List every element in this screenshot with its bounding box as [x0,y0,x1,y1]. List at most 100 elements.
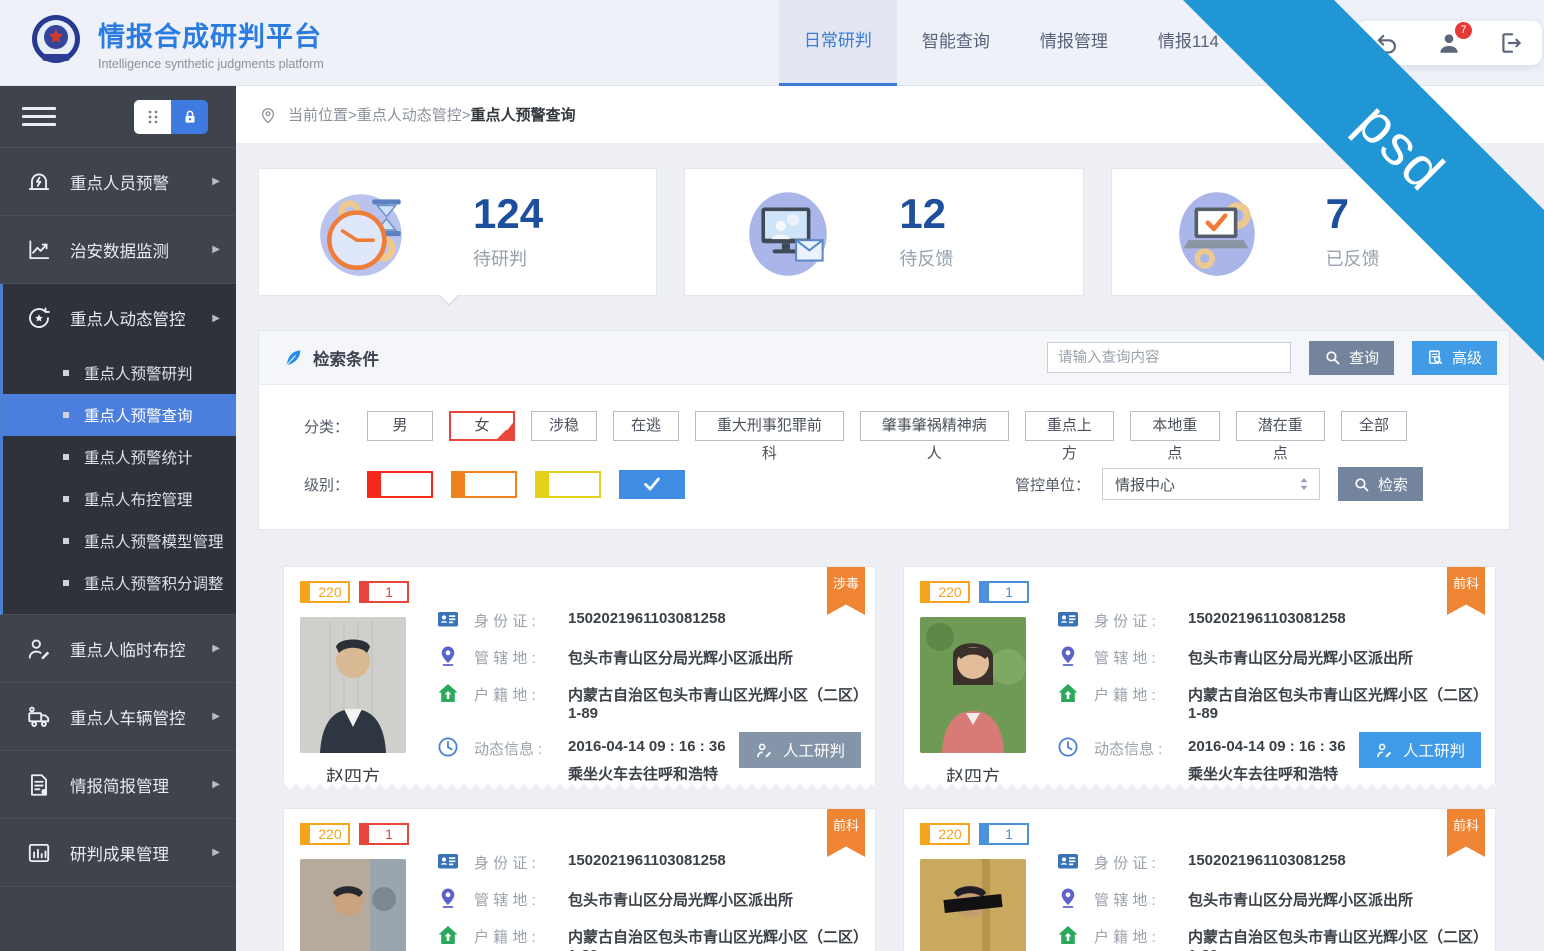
logout-icon [1498,30,1524,56]
person-info: 身 份 证 : 1502021961103081258 管 辖 地 : 包头市青… [1056,845,1481,951]
sidebar-subitem-alert-query[interactable]: 重点人预警查询 [3,394,236,436]
level-orange-checkbox[interactable] [451,471,517,498]
category-major-crime[interactable]: 重大刑事犯罪前科 [695,411,844,441]
score-badge-value: 220 [318,584,341,600]
truck-icon [26,704,52,730]
stat-card-feedback-done[interactable]: 7 已反馈 [1111,168,1510,296]
level-badge: 1 [359,581,409,603]
nav-tab-intel-114[interactable]: 情报114 [1133,0,1244,86]
level-badge-value: 1 [385,826,393,842]
category-local-key[interactable]: 本地重点 [1130,411,1219,441]
location-pin-icon [436,886,460,910]
sidebar-item-results-mgmt[interactable]: 研判成果管理 ▶ [0,819,236,887]
domicile-value: 内蒙古自治区包头市青山区光辉小区（二区）1-89 [568,923,861,951]
person-judge-icon [1375,741,1394,760]
search-input[interactable] [1047,342,1291,373]
category-male[interactable]: 男 [367,411,433,441]
category-stability[interactable]: 涉稳 [531,411,597,441]
sidebar-item-vehicle-control[interactable]: 重点人车辆管控 ▶ [0,683,236,751]
advanced-button[interactable]: 高级 [1412,341,1497,375]
nav-tab-intel-mgmt[interactable]: 情报管理 [1015,0,1133,86]
bullet-icon [63,370,69,376]
bullet-icon [63,412,69,418]
level-stripe [369,473,381,496]
category-female[interactable]: 女✓ [449,411,515,441]
id-value: 1502021961103081258 [568,849,726,869]
query-button[interactable]: 查询 [1309,341,1394,375]
category-potential-key[interactable]: 潜在重点 [1236,411,1325,441]
sidebar-subitem-label: 重点人布控管理 [84,488,193,510]
menu-toggle-button[interactable] [22,102,56,131]
manual-judgment-label: 人工研判 [783,739,845,761]
score-badge: 220 [300,823,350,845]
breadcrumb-path: 当前位置>重点人动态管控> [288,104,471,125]
stat-card-pending-judgment[interactable]: 124 待研判 [258,168,657,296]
jurisdiction-label: 管 辖 地 : [1094,644,1188,668]
dynamic-info-label: 动态信息 : [474,735,568,759]
id-value: 1502021961103081258 [1188,849,1346,869]
alarm-icon [26,169,52,195]
domicile-value: 内蒙古自治区包头市青山区光辉小区（二区）1-89 [1188,923,1481,951]
sidebar-item-label: 研判成果管理 [70,841,169,865]
dynamic-time: 2016-04-14 09 : 16 : 36 [1188,738,1346,755]
level-blue-checkbox[interactable] [619,470,685,499]
category-fugitive[interactable]: 在逃 [613,411,679,441]
laptop-check-illustration [1166,181,1268,283]
level-yellow-checkbox[interactable] [535,471,601,498]
control-unit-select[interactable]: 情报中心 [1102,468,1320,500]
home-icon [436,923,460,947]
sidebar-item-temp-control[interactable]: 重点人临时布控 ▶ [0,615,236,683]
sidebar-subitem-score-adjust[interactable]: 重点人预警积分调整 [3,562,236,604]
app-title: 情报合成研判平台 [98,15,324,54]
person-name: 赵四方 [920,763,1026,789]
jurisdiction-label: 管 辖 地 : [474,886,568,910]
manual-judgment-label: 人工研判 [1403,739,1465,761]
stat-card-pending-feedback[interactable]: 12 待反馈 [684,168,1083,296]
person-card: 前科 220 1 [903,566,1496,782]
domicile-label: 户 籍 地 : [474,681,568,705]
nav-tab-smart-query[interactable]: 智能查询 [897,0,1015,86]
chevron-right-icon: ▶ [212,847,220,858]
sidebar-subitem-alert-judgment[interactable]: 重点人预警研判 [3,352,236,394]
sidebar-item-security-data-monitor[interactable]: 治安数据监测 ▶ [0,216,236,284]
id-row: 身 份 证 : 1502021961103081258 [436,849,861,873]
badge-stripe [302,583,310,601]
level-badge: 1 [359,823,409,845]
level-stripe [453,473,465,496]
search-button[interactable]: 检索 [1338,467,1423,501]
category-filter-row: 分类： 男 女✓ 涉稳 在逃 重大刑事犯罪前科 肇事肇祸精神病人 重点上方 本地… [283,411,1423,441]
filter-title: 检索条件 [313,346,379,370]
manual-judgment-button[interactable]: 人工研判 [739,732,861,768]
photo-block [300,859,406,951]
sidebar-pin-toggle[interactable] [134,100,208,134]
stat-value-pending-feedback: 12 [899,193,953,235]
home-icon [1056,681,1080,705]
sidebar-subitem-alert-stats[interactable]: 重点人预警统计 [3,436,236,478]
sidebar-item-key-person-alert[interactable]: 重点人员预警 ▶ [0,148,236,216]
category-mental-illness[interactable]: 肇事肇祸精神病人 [860,411,1009,441]
badge-row: 220 1 [920,823,1481,845]
undo-button[interactable] [1370,26,1404,60]
dynamic-description: 乘坐火车去往呼和浩特 [568,763,726,784]
level-red-checkbox[interactable] [367,471,433,498]
location-pin-icon [258,105,278,125]
sidebar-subitem-label: 重点人预警积分调整 [84,572,224,594]
sidebar-subitem-model-mgmt[interactable]: 重点人预警模型管理 [3,520,236,562]
sidebar-item-dynamic-control[interactable]: 重点人动态管控 ▶ [3,284,236,352]
level-filter-row: 级别： 管控单位： 情报中心 [283,467,1423,501]
sidebar-item-briefing-mgmt[interactable]: 情报简报管理 ▶ [0,751,236,819]
category-key-listed[interactable]: 重点上方 [1025,411,1114,441]
id-label: 身 份 证 : [474,607,568,631]
logout-button[interactable] [1494,26,1528,60]
clock-history-icon [1056,735,1080,759]
level-badge-value: 1 [385,584,393,600]
sidebar-subitem-control-mgmt[interactable]: 重点人布控管理 [3,478,236,520]
photo-block: 赵四方 [300,617,406,789]
user-notifications-button[interactable]: 7 [1432,26,1466,60]
category-all[interactable]: 全部 [1341,411,1407,441]
dynamic-info-label: 动态信息 : [1094,735,1188,759]
nav-tab-daily[interactable]: 日常研判 [779,0,897,86]
search-button-label: 检索 [1378,474,1408,495]
manual-judgment-button[interactable]: 人工研判 [1359,732,1481,768]
nav-tab-special[interactable]: 专案 [1244,0,1328,86]
